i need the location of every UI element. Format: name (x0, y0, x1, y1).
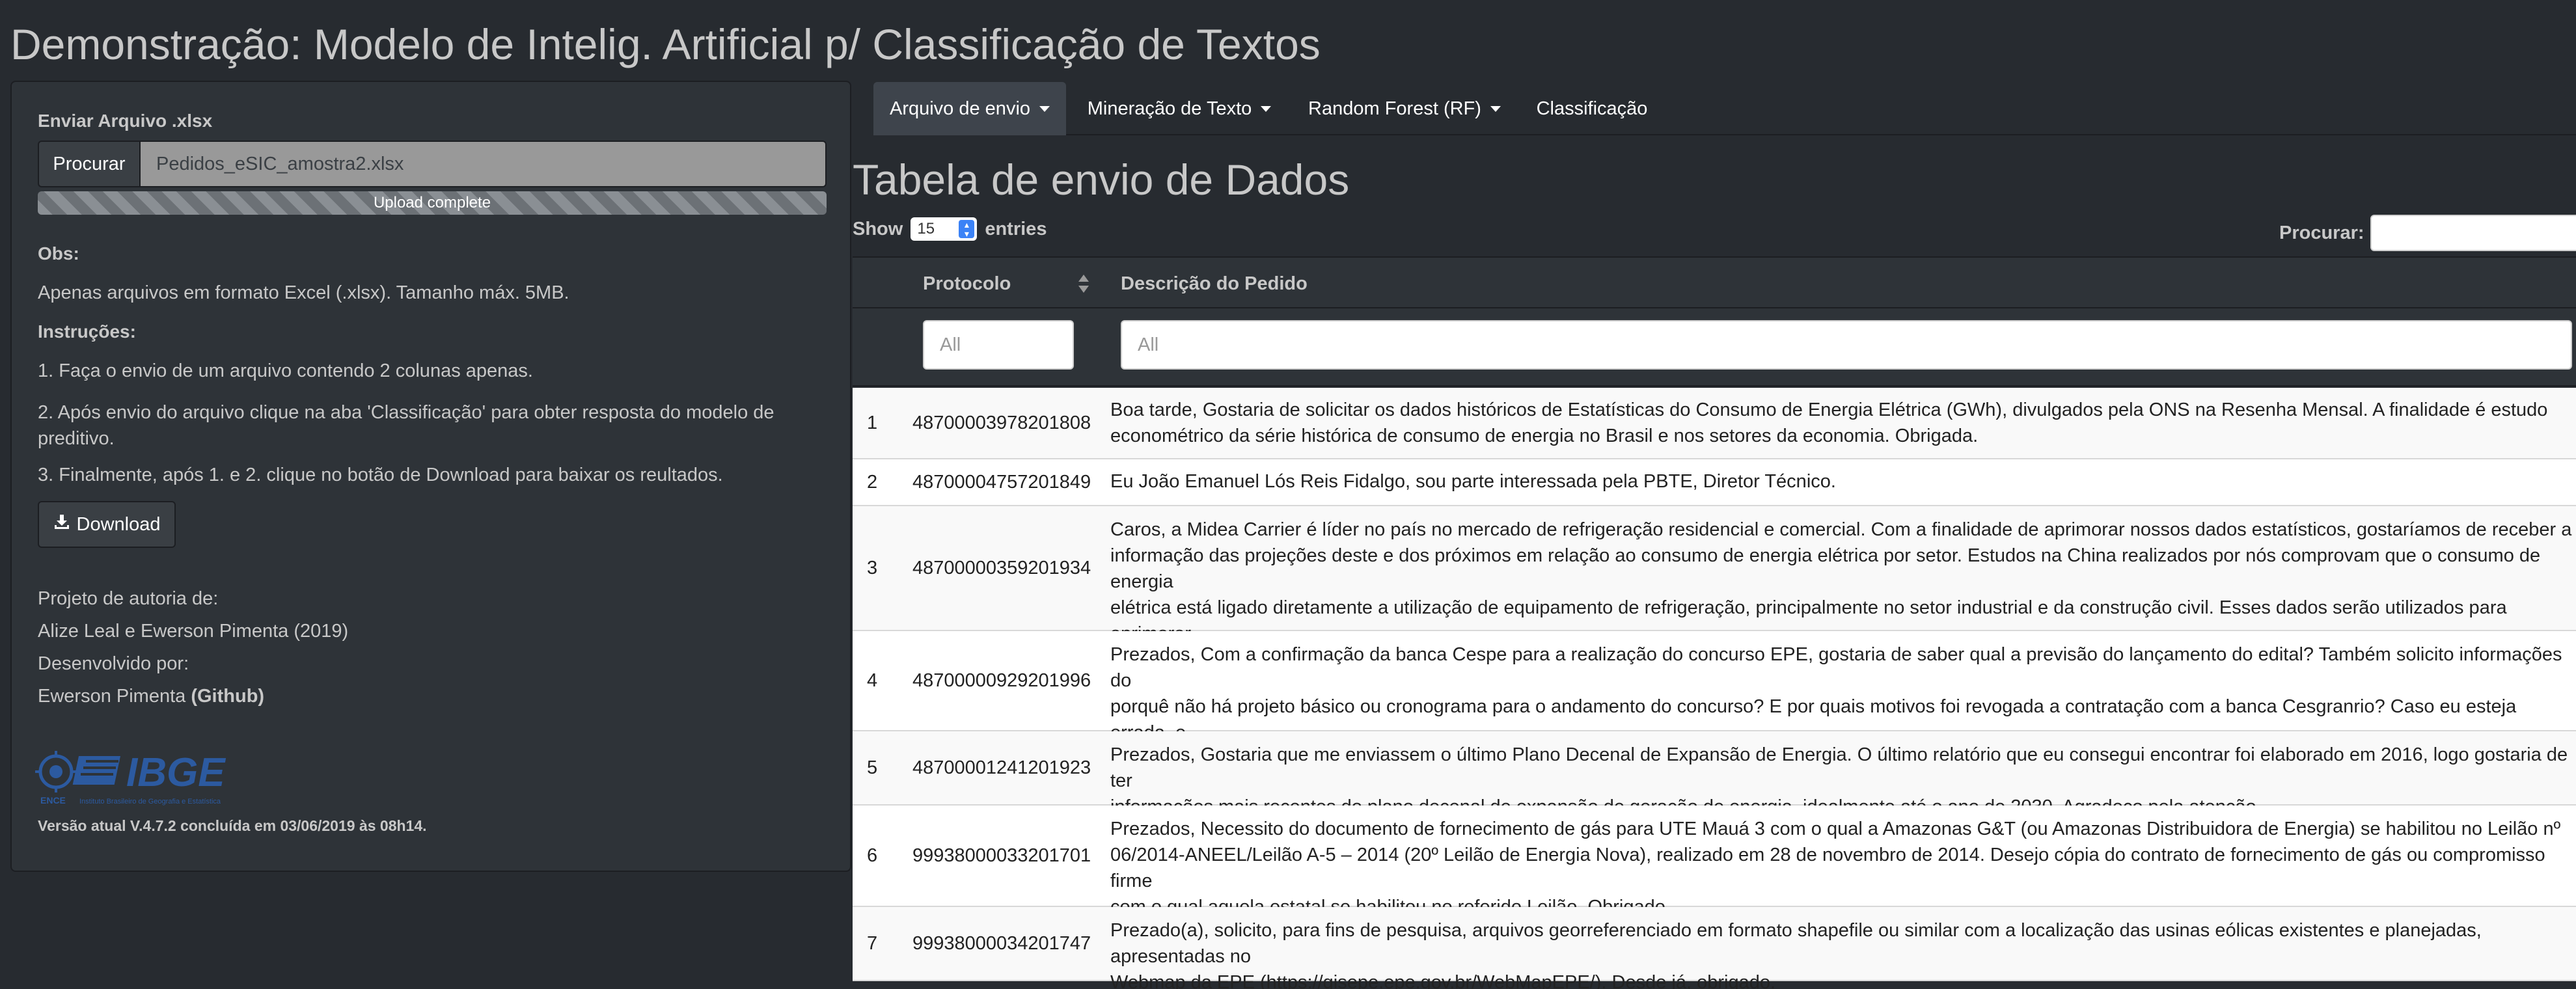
row-index: 6 (867, 845, 878, 866)
row-descricao: Eu João Emanuel Lós Reis Fidalgo, sou pa… (1110, 471, 1836, 492)
github-link[interactable]: (Github) (191, 686, 264, 707)
row-protocolo: 48700004757201849 (912, 471, 1091, 493)
authors-text: Alize Leal e Ewerson Pimenta (2019) (38, 621, 349, 642)
row-index: 1 (867, 412, 878, 433)
developer-name: Ewerson Pimenta (38, 686, 186, 707)
authorship-heading: Projeto de autoria de: (38, 588, 219, 609)
table-row[interactable]: 5 48700001241201923 Prezados, Gostaria q… (853, 731, 2576, 817)
table-row[interactable]: 4 48700000929201996 Prezados, Com a conf… (853, 631, 2576, 769)
file-name-field[interactable]: Pedidos_eSIC_amostra2.xlsx (141, 141, 827, 187)
download-label: Download (76, 513, 161, 535)
row-descricao: Boa tarde, Gostaria de solicitar os dado… (1110, 400, 2548, 446)
ibge-ence-logo: ENCE IBGE Instituto Brasileiro de Geogra… (35, 747, 250, 812)
caret-down-icon (1039, 105, 1050, 112)
upload-status-text: Upload complete (373, 194, 491, 211)
show-label: Show (853, 218, 903, 239)
tab-label: Mineração de Texto (1087, 98, 1252, 119)
ence-text: ENCE (40, 795, 66, 806)
main-navbar: Arquivo de envio Mineração de Texto Rand… (873, 82, 2576, 135)
app-title: Demonstração: Modelo de Intelig. Artific… (10, 20, 1321, 68)
instructions-heading: Instruções: (38, 321, 136, 342)
row-descricao: Prezado(a), solicito, para fins de pesqu… (1110, 920, 2482, 989)
row-protocolo: 99938000033201701 (912, 845, 1091, 866)
entries-select[interactable]: 15 ▴ ▾ (911, 217, 978, 241)
ibge-subtitle: Instituto Brasileiro de Geografia e Esta… (79, 798, 221, 806)
instruction-3: 3. Finalmente, após 1. e 2. clique no bo… (38, 465, 723, 485)
row-protocolo: 48700000359201934 (912, 557, 1091, 578)
developed-heading: Desenvolvido por: (38, 653, 189, 674)
select-stepper-icon: ▴ ▾ (959, 220, 975, 238)
sort-icon[interactable] (1078, 273, 1089, 294)
column-header-descricao[interactable]: Descrição do Pedido (1121, 258, 1308, 310)
instruction-2: 2. Após envio do arquivo clique na aba '… (38, 402, 774, 449)
row-index: 4 (867, 670, 878, 691)
column-header-protocolo[interactable]: Protocolo (923, 258, 1011, 310)
table-heading: Tabela de envio de Dados (853, 156, 1350, 204)
download-button[interactable]: Download (38, 501, 176, 548)
tab-label: Random Forest (RF) (1308, 98, 1481, 119)
table-filter-row: All All (853, 308, 2576, 386)
obs-text: Apenas arquivos em formato Excel (.xlsx)… (38, 282, 569, 303)
row-index: 2 (867, 471, 878, 493)
table-header-row: Protocolo Descrição do Pedido (853, 256, 2576, 308)
download-icon (53, 513, 70, 535)
table-row[interactable]: 7 99938000034201747 Prezado(a), solicito… (853, 907, 2576, 989)
version-text: Versão atual V.4.7.2 concluída em 03/06/… (38, 817, 427, 834)
data-table: Protocolo Descrição do Pedido All All 1 … (853, 256, 2576, 989)
ibge-text: IBGE (126, 750, 225, 795)
instruction-1: 1. Faça o envio de um arquivo contendo 2… (38, 360, 533, 381)
row-index: 7 (867, 932, 878, 954)
tab-label: Arquivo de envio (889, 98, 1031, 119)
developer-line: Ewerson Pimenta (Github) (38, 686, 264, 707)
entries-label: entries (985, 218, 1047, 239)
table-row[interactable]: 3 48700000359201934 Caros, a Midea Carri… (853, 506, 2576, 670)
table-row[interactable]: 2 48700004757201849 Eu João Emanuel Lós … (853, 459, 2576, 506)
tab-random-forest[interactable]: Random Forest (RF) (1293, 82, 1516, 135)
tab-arquivo-de-envio[interactable]: Arquivo de envio (873, 82, 1066, 135)
tab-mineracao-de-texto[interactable]: Mineração de Texto (1066, 82, 1293, 135)
row-protocolo: 48700003978201808 (912, 412, 1091, 433)
row-protocolo: 99938000034201747 (912, 932, 1091, 954)
browse-button[interactable]: Procurar (38, 141, 141, 187)
caret-down-icon (1490, 105, 1501, 112)
caret-down-icon (1261, 105, 1272, 112)
row-index: 5 (867, 757, 878, 778)
tab-classificacao[interactable]: Classificação (1516, 82, 1667, 135)
search-input[interactable] (2370, 215, 2576, 251)
show-entries-control: Show 15 ▴ ▾ entries (853, 217, 1047, 241)
row-descricao: Prezados, Necessito do documento de forn… (1110, 819, 2561, 917)
tab-label: Classificação (1536, 98, 1648, 119)
obs-heading: Obs: (38, 243, 79, 264)
descricao-filter-input[interactable]: All (1121, 320, 2572, 370)
sidebar-panel: Enviar Arquivo .xlsx Procurar Pedidos_eS… (10, 81, 851, 872)
protocolo-filter-input[interactable]: All (923, 320, 1074, 370)
row-index: 3 (867, 557, 878, 578)
search-label: Procurar: (2279, 223, 2364, 243)
entries-value: 15 (917, 220, 935, 237)
row-protocolo: 48700000929201996 (912, 670, 1091, 691)
upload-label: Enviar Arquivo .xlsx (38, 111, 213, 131)
table-row[interactable]: 6 99938000033201701 Prezados, Necessito … (853, 806, 2576, 917)
upload-progress-bar: Upload complete (38, 191, 827, 215)
table-row[interactable]: 1 48700003978201808 Boa tarde, Gostaria … (853, 388, 2576, 459)
row-protocolo: 48700001241201923 (912, 757, 1091, 778)
